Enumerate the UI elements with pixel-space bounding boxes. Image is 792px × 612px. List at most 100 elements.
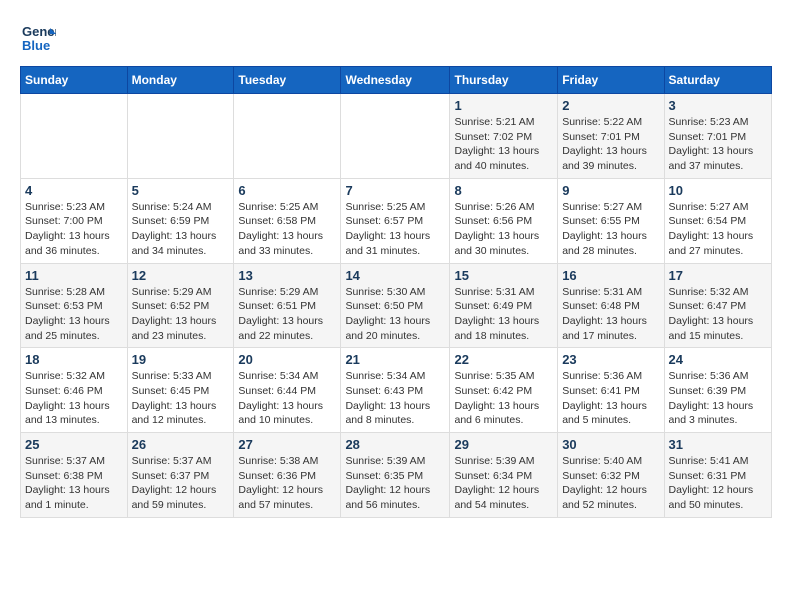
day-info: Sunrise: 5:35 AM Sunset: 6:42 PM Dayligh… <box>454 369 553 428</box>
day-number: 6 <box>238 183 336 198</box>
day-number: 3 <box>669 98 767 113</box>
day-number: 9 <box>562 183 659 198</box>
day-cell: 25 Sunrise: 5:37 AM Sunset: 6:38 PM Dayli… <box>21 433 128 518</box>
day-info: Sunrise: 5:29 AM Sunset: 6:52 PM Dayligh… <box>132 285 230 344</box>
day-number: 11 <box>25 268 123 283</box>
day-number: 8 <box>454 183 553 198</box>
day-cell: 31 Sunrise: 5:41 AM Sunset: 6:31 PM Dayli… <box>664 433 771 518</box>
day-number: 15 <box>454 268 553 283</box>
day-number: 22 <box>454 352 553 367</box>
day-cell <box>127 94 234 179</box>
svg-text:Blue: Blue <box>22 38 50 53</box>
weekday-header-saturday: Saturday <box>664 67 771 94</box>
day-cell: 10 Sunrise: 5:27 AM Sunset: 6:54 PM Dayli… <box>664 178 771 263</box>
day-cell: 24Sunrise: 5:36 AM Sunset: 6:39 PM Dayli… <box>664 348 771 433</box>
day-cell: 11 Sunrise: 5:28 AM Sunset: 6:53 PM Dayli… <box>21 263 128 348</box>
day-number: 31 <box>669 437 767 452</box>
day-info: Sunrise: 5:40 AM Sunset: 6:32 PM Dayligh… <box>562 454 659 513</box>
page-header: General Blue <box>20 20 772 56</box>
day-number: 16 <box>562 268 659 283</box>
day-info: Sunrise: 5:39 AM Sunset: 6:34 PM Dayligh… <box>454 454 553 513</box>
day-info: Sunrise: 5:31 AM Sunset: 6:49 PM Dayligh… <box>454 285 553 344</box>
day-info: Sunrise: 5:24 AM Sunset: 6:59 PM Dayligh… <box>132 200 230 259</box>
day-info: Sunrise: 5:23 AM Sunset: 7:00 PM Dayligh… <box>25 200 123 259</box>
weekday-header-tuesday: Tuesday <box>234 67 341 94</box>
day-cell: 12 Sunrise: 5:29 AM Sunset: 6:52 PM Dayli… <box>127 263 234 348</box>
day-cell: 26Sunrise: 5:37 AM Sunset: 6:37 PM Dayli… <box>127 433 234 518</box>
day-cell: 21Sunrise: 5:34 AM Sunset: 6:43 PM Dayli… <box>341 348 450 433</box>
weekday-header-thursday: Thursday <box>450 67 558 94</box>
day-cell: 15 Sunrise: 5:31 AM Sunset: 6:49 PM Dayli… <box>450 263 558 348</box>
day-info: Sunrise: 5:29 AM Sunset: 6:51 PM Dayligh… <box>238 285 336 344</box>
day-number: 18 <box>25 352 123 367</box>
day-number: 7 <box>345 183 445 198</box>
day-cell: 29 Sunrise: 5:39 AM Sunset: 6:34 PM Dayli… <box>450 433 558 518</box>
day-info: Sunrise: 5:33 AM Sunset: 6:45 PM Dayligh… <box>132 369 230 428</box>
weekday-header-sunday: Sunday <box>21 67 128 94</box>
day-cell: 4 Sunrise: 5:23 AM Sunset: 7:00 PM Daylig… <box>21 178 128 263</box>
day-cell: 2 Sunrise: 5:22 AM Sunset: 7:01 PM Daylig… <box>558 94 664 179</box>
day-cell: 30 Sunrise: 5:40 AM Sunset: 6:32 PM Dayli… <box>558 433 664 518</box>
day-cell: 14 Sunrise: 5:30 AM Sunset: 6:50 PM Dayli… <box>341 263 450 348</box>
day-info: Sunrise: 5:37 AM Sunset: 6:37 PM Dayligh… <box>132 454 230 513</box>
day-cell: 9 Sunrise: 5:27 AM Sunset: 6:55 PM Daylig… <box>558 178 664 263</box>
day-info: Sunrise: 5:38 AM Sunset: 6:36 PM Dayligh… <box>238 454 336 513</box>
day-info: Sunrise: 5:25 AM Sunset: 6:57 PM Dayligh… <box>345 200 445 259</box>
day-number: 23 <box>562 352 659 367</box>
day-info: Sunrise: 5:37 AM Sunset: 6:38 PM Dayligh… <box>25 454 123 513</box>
day-number: 25 <box>25 437 123 452</box>
day-info: Sunrise: 5:25 AM Sunset: 6:58 PM Dayligh… <box>238 200 336 259</box>
week-row-2: 4 Sunrise: 5:23 AM Sunset: 7:00 PM Daylig… <box>21 178 772 263</box>
day-number: 19 <box>132 352 230 367</box>
day-info: Sunrise: 5:31 AM Sunset: 6:48 PM Dayligh… <box>562 285 659 344</box>
day-info: Sunrise: 5:39 AM Sunset: 6:35 PM Dayligh… <box>345 454 445 513</box>
day-number: 27 <box>238 437 336 452</box>
day-number: 4 <box>25 183 123 198</box>
weekday-header-monday: Monday <box>127 67 234 94</box>
day-info: Sunrise: 5:41 AM Sunset: 6:31 PM Dayligh… <box>669 454 767 513</box>
day-number: 29 <box>454 437 553 452</box>
day-number: 21 <box>345 352 445 367</box>
day-cell: 28 Sunrise: 5:39 AM Sunset: 6:35 PM Dayli… <box>341 433 450 518</box>
day-cell: 5 Sunrise: 5:24 AM Sunset: 6:59 PM Daylig… <box>127 178 234 263</box>
day-info: Sunrise: 5:34 AM Sunset: 6:44 PM Dayligh… <box>238 369 336 428</box>
day-number: 5 <box>132 183 230 198</box>
week-row-4: 18 Sunrise: 5:32 AM Sunset: 6:46 PM Dayli… <box>21 348 772 433</box>
day-number: 20 <box>238 352 336 367</box>
day-info: Sunrise: 5:32 AM Sunset: 6:46 PM Dayligh… <box>25 369 123 428</box>
day-cell: 17 Sunrise: 5:32 AM Sunset: 6:47 PM Dayli… <box>664 263 771 348</box>
day-cell <box>21 94 128 179</box>
day-info: Sunrise: 5:21 AM Sunset: 7:02 PM Dayligh… <box>454 115 553 174</box>
day-cell: 18 Sunrise: 5:32 AM Sunset: 6:46 PM Dayli… <box>21 348 128 433</box>
week-row-1: 1 Sunrise: 5:21 AM Sunset: 7:02 PM Daylig… <box>21 94 772 179</box>
week-row-5: 25 Sunrise: 5:37 AM Sunset: 6:38 PM Dayli… <box>21 433 772 518</box>
day-cell: 27 Sunrise: 5:38 AM Sunset: 6:36 PM Dayli… <box>234 433 341 518</box>
day-number: 10 <box>669 183 767 198</box>
day-info: Sunrise: 5:32 AM Sunset: 6:47 PM Dayligh… <box>669 285 767 344</box>
day-info: Sunrise: 5:22 AM Sunset: 7:01 PM Dayligh… <box>562 115 659 174</box>
day-cell: 20 Sunrise: 5:34 AM Sunset: 6:44 PM Dayli… <box>234 348 341 433</box>
day-cell: 16 Sunrise: 5:31 AM Sunset: 6:48 PM Dayli… <box>558 263 664 348</box>
day-cell: 3 Sunrise: 5:23 AM Sunset: 7:01 PM Daylig… <box>664 94 771 179</box>
day-info: Sunrise: 5:23 AM Sunset: 7:01 PM Dayligh… <box>669 115 767 174</box>
day-number: 30 <box>562 437 659 452</box>
day-number: 17 <box>669 268 767 283</box>
day-number: 13 <box>238 268 336 283</box>
day-cell: 19 Sunrise: 5:33 AM Sunset: 6:45 PM Dayli… <box>127 348 234 433</box>
day-info: Sunrise: 5:27 AM Sunset: 6:54 PM Dayligh… <box>669 200 767 259</box>
weekday-header-friday: Friday <box>558 67 664 94</box>
day-number: 12 <box>132 268 230 283</box>
day-number: 2 <box>562 98 659 113</box>
day-info: Sunrise: 5:27 AM Sunset: 6:55 PM Dayligh… <box>562 200 659 259</box>
day-number: 14 <box>345 268 445 283</box>
day-cell <box>341 94 450 179</box>
logo-icon: General Blue <box>20 20 56 56</box>
day-number: 1 <box>454 98 553 113</box>
day-cell: 23Sunrise: 5:36 AM Sunset: 6:41 PM Dayli… <box>558 348 664 433</box>
calendar-table: SundayMondayTuesdayWednesdayThursdayFrid… <box>20 66 772 518</box>
day-info: Sunrise: 5:28 AM Sunset: 6:53 PM Dayligh… <box>25 285 123 344</box>
day-number: 28 <box>345 437 445 452</box>
day-info: Sunrise: 5:30 AM Sunset: 6:50 PM Dayligh… <box>345 285 445 344</box>
day-info: Sunrise: 5:26 AM Sunset: 6:56 PM Dayligh… <box>454 200 553 259</box>
day-cell <box>234 94 341 179</box>
